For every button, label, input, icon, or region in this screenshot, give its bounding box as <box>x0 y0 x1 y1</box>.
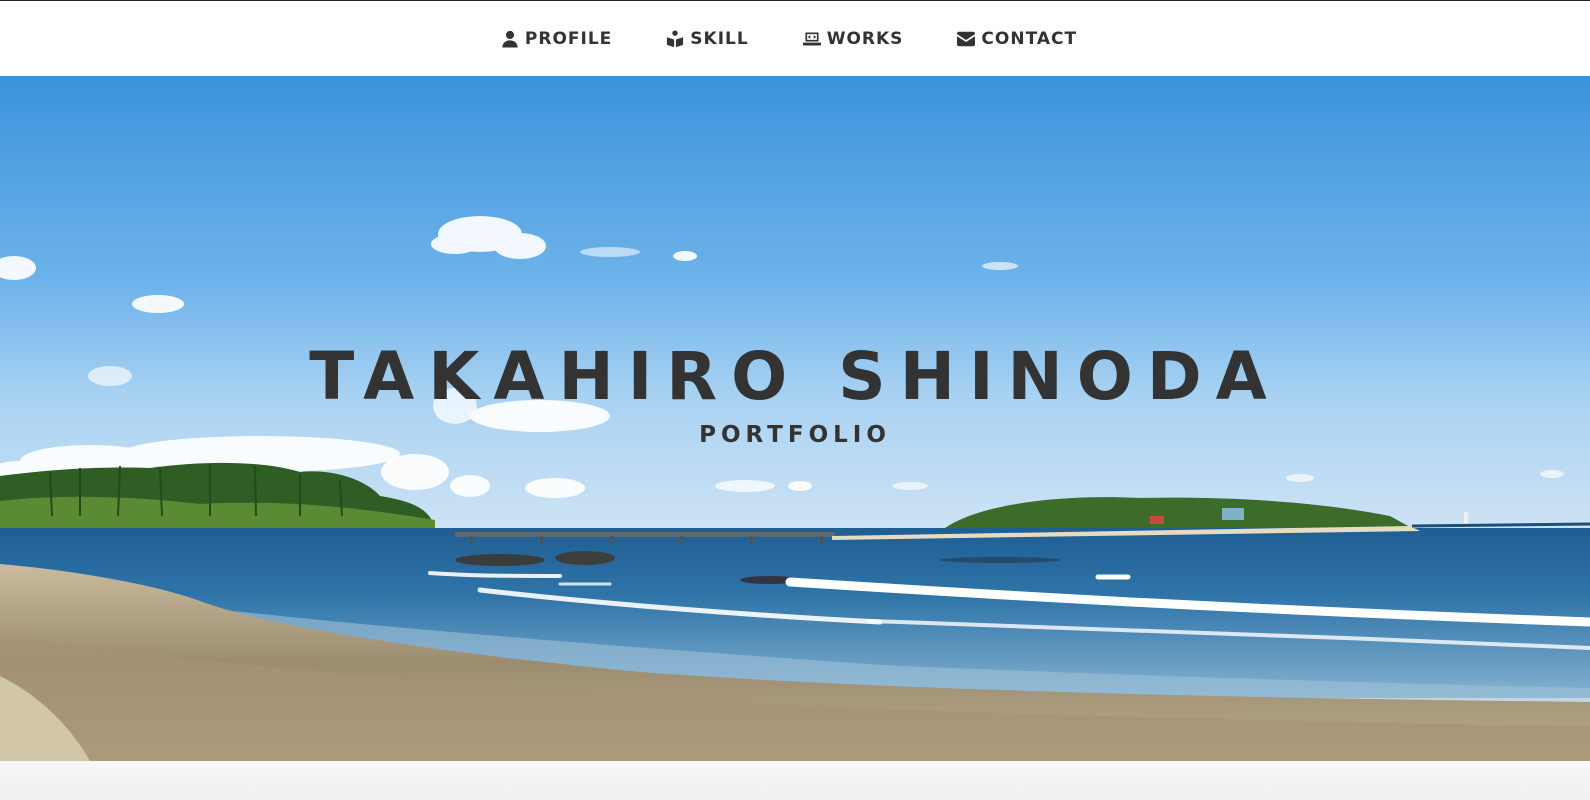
nav-item-label: WORKS <box>826 28 904 49</box>
hero-title: TAKAHIRO SHINODA <box>309 338 1281 415</box>
nav-item-works[interactable]: WORKS <box>802 28 904 49</box>
page: PROFILE SKILL WORKS CONTACT TAKAHIRO SHI… <box>0 0 1590 800</box>
footer-strip <box>0 761 1590 800</box>
book-reader-icon <box>666 29 684 48</box>
hero-section: TAKAHIRO SHINODA PORTFOLIO <box>0 76 1590 761</box>
nav-list: PROFILE SKILL WORKS CONTACT <box>501 29 1077 49</box>
top-navbar: PROFILE SKILL WORKS CONTACT <box>0 0 1590 76</box>
nav-item-skill[interactable]: SKILL <box>666 29 748 49</box>
nav-item-label: CONTACT <box>981 28 1078 49</box>
nav-item-contact[interactable]: CONTACT <box>957 29 1077 49</box>
envelope-icon <box>957 30 976 48</box>
user-icon <box>501 30 519 48</box>
nav-item-profile[interactable]: PROFILE <box>501 29 612 49</box>
nav-item-label: SKILL <box>690 28 749 49</box>
nav-item-label: PROFILE <box>524 28 613 49</box>
laptop-code-icon <box>802 30 821 48</box>
beach-island-ocean-photo <box>0 76 1590 761</box>
hero-subtitle: PORTFOLIO <box>699 422 891 448</box>
